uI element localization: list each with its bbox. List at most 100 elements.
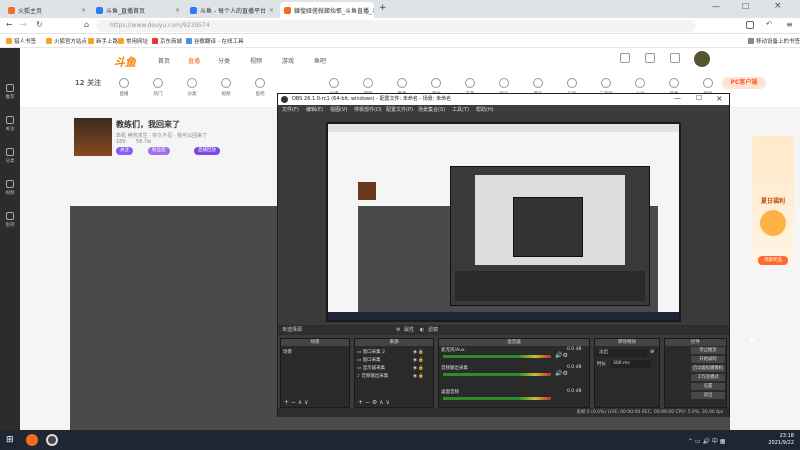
douyu-logo[interactable]: 斗鱼 xyxy=(114,54,136,70)
duration-input[interactable]: 300 ms xyxy=(611,360,651,368)
category-item[interactable]: 热门 xyxy=(144,78,172,97)
download-icon[interactable] xyxy=(645,53,655,63)
scene-item[interactable]: 场景 xyxy=(283,349,292,355)
obs-preview[interactable] xyxy=(326,122,681,322)
left-nav-item[interactable]: 鱼吧 xyxy=(0,212,20,228)
firefox-icon[interactable] xyxy=(26,434,38,446)
transition-select[interactable]: 淡出 xyxy=(597,349,647,357)
left-nav-label: 视频 xyxy=(5,191,15,196)
undo-icon[interactable]: ↶ xyxy=(766,20,772,28)
bookmark-item[interactable]: 新手上路 xyxy=(88,37,118,45)
add-icon[interactable]: ⊕ xyxy=(650,349,654,355)
left-nav-item[interactable]: 分类 xyxy=(0,148,20,164)
douyu-icon xyxy=(190,6,197,14)
home-icon[interactable]: ⌂ xyxy=(84,20,89,29)
windows-start-icon[interactable]: ⊞ xyxy=(6,435,14,445)
speaker-icon[interactable]: 🔊⚙ xyxy=(555,370,568,377)
start-recording-button[interactable]: 开始录制 xyxy=(691,356,725,363)
forward-icon[interactable]: → xyxy=(20,20,27,29)
left-nav-item[interactable]: 视频 xyxy=(0,180,20,196)
exit-button[interactable]: 退出 xyxy=(691,392,725,399)
category-item[interactable]: 分类 xyxy=(178,78,206,97)
close-icon[interactable]: × xyxy=(175,7,180,14)
studio-mode-button[interactable]: 工作室模式 xyxy=(691,374,725,381)
pc-client-button[interactable]: PC客户端 xyxy=(722,77,766,89)
category-item[interactable]: 视频 xyxy=(212,78,240,97)
reload-icon[interactable]: ↻ xyxy=(36,20,43,29)
replay-button[interactable]: 直播回放 xyxy=(194,147,220,155)
browser-tab-active[interactable]: 鍊偟娅傞敍鍥炲悵_斗鱼直播_斗鱼 × xyxy=(280,2,374,18)
user-avatar[interactable] xyxy=(694,51,710,67)
nav-fishbar[interactable]: 鱼吧 xyxy=(314,56,326,65)
new-tab-icon[interactable]: + xyxy=(379,3,387,13)
left-nav-item[interactable]: 推荐 xyxy=(0,84,20,100)
message-icon[interactable] xyxy=(670,53,680,63)
menu-icon[interactable]: ≡ xyxy=(786,20,793,29)
filters-button[interactable]: 滤镜 xyxy=(428,325,438,335)
fan-club-button[interactable]: 粉丝团 xyxy=(148,147,170,155)
visibility-icons[interactable]: ◉ 🔒 ◉ 🔒 ◉ 🔒 ◉ 🔒 xyxy=(413,349,424,381)
source-item[interactable]: ▭ 窗口采集 xyxy=(357,357,381,363)
menu-file[interactable]: 文件(F) xyxy=(282,105,299,115)
close-icon[interactable]: × xyxy=(716,94,723,103)
taskbar-clock[interactable]: 23:18 2021/9/22 xyxy=(768,433,794,447)
nav-game[interactable]: 游戏 xyxy=(282,56,294,65)
bookmark-item[interactable]: 常用网址 xyxy=(118,37,148,45)
history-icon[interactable] xyxy=(620,53,630,63)
nav-video[interactable]: 视频 xyxy=(250,56,262,65)
bookmark-item[interactable]: 京东商城 xyxy=(152,37,182,45)
minimize-icon[interactable]: — xyxy=(674,94,681,102)
nav-category[interactable]: 分类 xyxy=(218,56,230,65)
promo-button[interactable]: 领取奖品 xyxy=(758,256,788,265)
source-item[interactable]: ▭ 显示器采集 xyxy=(357,365,385,371)
back-icon[interactable]: ← xyxy=(6,20,13,29)
tray-icons[interactable]: ⌃ ▭ 🔊 中 ▦ xyxy=(688,436,725,445)
left-nav-item[interactable]: 关注 xyxy=(0,116,20,132)
menu-view[interactable]: 视图(V) xyxy=(330,105,347,115)
browser-tab[interactable]: 火狐主页 × xyxy=(4,2,90,18)
mixer-track-level: 0.0 dB xyxy=(567,389,582,394)
maximize-icon[interactable]: ☐ xyxy=(742,2,749,11)
minimize-icon[interactable]: — xyxy=(712,2,720,11)
menu-profile[interactable]: 配置文件(P) xyxy=(386,105,413,115)
close-window-icon[interactable]: × xyxy=(774,1,782,11)
follow-button[interactable]: 关注 xyxy=(116,147,133,155)
category-item[interactable]: 鱼吧 xyxy=(246,78,274,97)
url-field[interactable]: https://www.douyu.com/9239574 xyxy=(96,20,696,32)
browser-tab[interactable]: 斗鱼 - 每个人的直播平台 × xyxy=(186,2,278,18)
bookmark-item[interactable]: 谷歌翻译 - 在线工具 xyxy=(186,37,243,45)
stop-streaming-button[interactable]: 停止推流 xyxy=(691,347,725,354)
nav-home[interactable]: 首页 xyxy=(158,56,170,65)
promo-banner[interactable]: 夏日福利 领取奖品 xyxy=(752,136,794,266)
properties-button[interactable]: 属性 xyxy=(404,325,414,335)
virtual-camera-button[interactable]: 启动虚拟摄像机 xyxy=(691,365,725,372)
menu-scene-collection[interactable]: 场景集合(S) xyxy=(418,105,445,115)
menu-docks[interactable]: 停靠部件(D) xyxy=(354,105,382,115)
category-item[interactable]: 直播 xyxy=(110,78,138,97)
room-views: 58.7w xyxy=(136,139,152,145)
nav-live[interactable]: 直播 xyxy=(188,56,200,65)
close-icon[interactable]: × xyxy=(269,7,274,14)
menu-help[interactable]: 帮助(H) xyxy=(476,105,494,115)
source-item[interactable]: ♪ 音频输出采集 xyxy=(357,373,388,379)
mobile-bookmarks[interactable]: 移动设备上的书签 xyxy=(748,37,800,45)
close-icon[interactable]: × xyxy=(81,7,86,14)
add-remove-controls[interactable]: + − ∧ ∨ xyxy=(284,399,309,406)
source-item[interactable]: ▭ 窗口采集 2 xyxy=(357,349,385,355)
follow-count[interactable]: 12 关注 xyxy=(74,78,102,88)
settings-button[interactable]: 设置 xyxy=(691,383,725,390)
speaker-icon[interactable]: 🔊⚙ xyxy=(555,352,568,359)
maximize-icon[interactable]: ☐ xyxy=(696,94,702,102)
menu-tools[interactable]: 工具(T) xyxy=(452,105,469,115)
browser-tab[interactable]: 斗鱼_直播首页 × xyxy=(92,2,184,18)
bookmark-item[interactable]: 猎人书签 xyxy=(6,37,36,45)
streamer-avatar[interactable] xyxy=(74,118,112,156)
menu-edit[interactable]: 编辑(E) xyxy=(306,105,323,115)
filter-icon[interactable]: ◐ xyxy=(420,325,424,335)
bookmark-item[interactable]: 火狐官方站点 xyxy=(46,37,87,45)
obs-icon[interactable] xyxy=(46,434,58,446)
add-remove-controls[interactable]: + − ⚙ ∧ ∨ xyxy=(358,399,390,406)
extension-icon[interactable] xyxy=(746,21,754,29)
gear-icon[interactable]: ⚙ xyxy=(396,325,400,335)
category-icon xyxy=(601,78,611,88)
